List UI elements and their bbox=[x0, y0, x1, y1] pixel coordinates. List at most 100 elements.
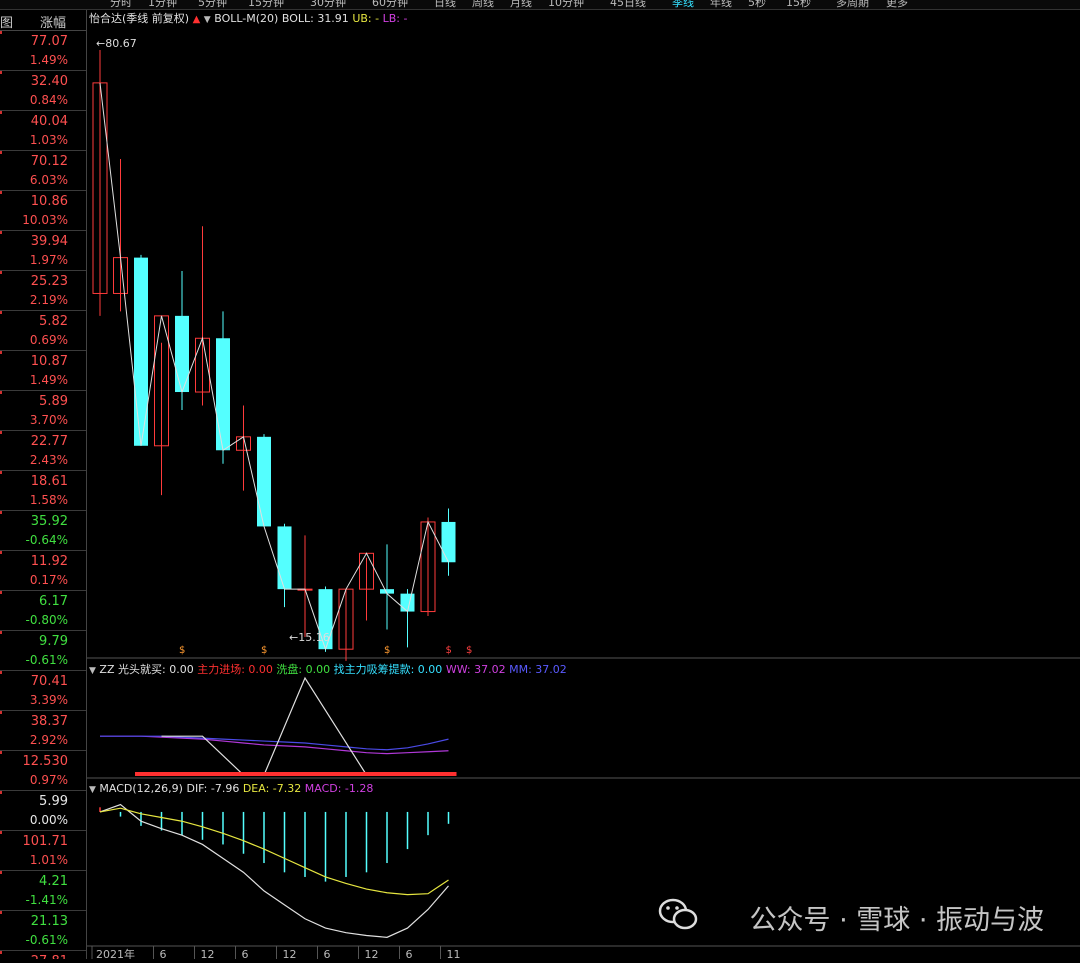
macd-name[interactable]: MACD(12,26,9) bbox=[99, 782, 183, 795]
row-marker bbox=[0, 551, 2, 554]
watchlist-row[interactable]: 5.89 3.70% bbox=[0, 391, 86, 431]
zz-zljc: 主力进场: 0.00 bbox=[197, 663, 273, 676]
watchlist-row[interactable]: 4.21 -1.41% bbox=[0, 871, 86, 911]
boll-value: BOLL: 31.91 bbox=[281, 12, 349, 25]
tab-1[interactable]: 1分钟 bbox=[148, 0, 177, 9]
signal-marker: $ bbox=[466, 645, 472, 656]
tab-5[interactable]: 60分钟 bbox=[372, 0, 408, 9]
row-marker bbox=[0, 31, 2, 34]
signal-marker: $ bbox=[179, 645, 185, 656]
row-change: 2.92% bbox=[29, 733, 68, 747]
row-marker bbox=[0, 911, 2, 914]
row-change: 1.97% bbox=[29, 253, 68, 267]
tab-10[interactable]: 45日线 bbox=[610, 0, 646, 9]
watchlist-row[interactable]: 70.41 3.39% bbox=[0, 671, 86, 711]
row-change: 0.97% bbox=[29, 773, 68, 787]
watchlist-row[interactable]: 10.87 1.49% bbox=[0, 351, 86, 391]
candle-body bbox=[175, 315, 189, 393]
watchlist-row[interactable]: 21.13 -0.61% bbox=[0, 911, 86, 951]
watchlist-row[interactable]: 5.99 0.00% bbox=[0, 791, 86, 831]
row-change: 0.84% bbox=[29, 93, 68, 107]
kline-chart[interactable]: ←80.67 ←15.16 $ $ $ $ $ 2021年 6 12 6 12 6 12 6 11 bbox=[87, 10, 1080, 961]
watchlist-row[interactable]: 18.61 1.58% bbox=[0, 471, 86, 511]
watchlist-row[interactable]: 25.23 2.19% bbox=[0, 271, 86, 311]
watchlist-row[interactable]: 9.79 -0.61% bbox=[0, 631, 86, 671]
row-price: 18.61 bbox=[30, 474, 68, 489]
watchlist-row[interactable]: 77.07 1.49% bbox=[0, 31, 86, 71]
tab-14[interactable]: 15秒 bbox=[786, 0, 811, 9]
row-price: 22.77 bbox=[30, 434, 68, 449]
row-price: 77.07 bbox=[30, 34, 68, 49]
dropdown-icon[interactable]: ▼ bbox=[89, 785, 96, 795]
row-marker bbox=[0, 351, 2, 354]
zz-mm: MM: 37.02 bbox=[509, 663, 567, 676]
tab-0[interactable]: 分时 bbox=[110, 0, 132, 9]
dropdown-icon[interactable]: ▼ bbox=[89, 666, 96, 676]
row-price: 5.82 bbox=[39, 314, 68, 329]
zz-name[interactable]: ZZ bbox=[99, 663, 114, 676]
row-change: -0.61% bbox=[25, 933, 68, 947]
macd-indicator-series[interactable] bbox=[99, 803, 450, 938]
watchlist-row[interactable]: 5.82 0.69% bbox=[0, 311, 86, 351]
indicator-name[interactable]: BOLL-M(20) bbox=[214, 12, 278, 25]
row-change: 6.03% bbox=[29, 173, 68, 187]
watchlist-row[interactable]: 10.86 10.03% bbox=[0, 191, 86, 231]
watchlist-row[interactable]: 22.77 2.43% bbox=[0, 431, 86, 471]
candle-series[interactable]: ←80.67 ←15.16 $ $ $ $ $ bbox=[92, 37, 472, 661]
row-change: 2.43% bbox=[29, 453, 68, 467]
row-price: 101.71 bbox=[22, 834, 69, 849]
tab-7[interactable]: 周线 bbox=[472, 0, 494, 9]
watchlist-row[interactable]: 101.71 1.01% bbox=[0, 831, 86, 871]
row-price: 6.17 bbox=[39, 594, 68, 609]
row-price: 39.94 bbox=[30, 234, 68, 249]
tab-9[interactable]: 10分钟 bbox=[548, 0, 584, 9]
row-price: 11.92 bbox=[30, 554, 68, 569]
tab-4[interactable]: 30分钟 bbox=[310, 0, 346, 9]
price-panel-header: 怡合达(季线 前复权) ▲ ▼ BOLL-M(20) BOLL: 31.91 U… bbox=[89, 10, 407, 26]
column-header-change[interactable]: 涨幅 bbox=[40, 12, 66, 31]
zz-panel-header: ▼ ZZ 光头就买: 0.00 主力进场: 0.00 洗盘: 0.00 找主力吸… bbox=[89, 661, 567, 677]
chart-area[interactable]: ←80.67 ←15.16 $ $ $ $ $ 2021年 6 12 6 12 6 12 6 11 怡合达(… bbox=[87, 10, 1080, 961]
watchlist-row[interactable]: 39.94 1.97% bbox=[0, 231, 86, 271]
tab-6[interactable]: 日线 bbox=[434, 0, 456, 9]
watchlist-row[interactable]: 6.17 -0.80% bbox=[0, 591, 86, 631]
row-change: 0.00% bbox=[29, 813, 68, 827]
tab-12[interactable]: 年线 bbox=[710, 0, 732, 9]
watchlist-row[interactable]: 40.04 1.03% bbox=[0, 111, 86, 151]
row-marker bbox=[0, 631, 2, 634]
tab-15[interactable]: 多周期 bbox=[836, 0, 869, 9]
tab-13[interactable]: 5秒 bbox=[748, 0, 766, 9]
row-marker bbox=[0, 231, 2, 234]
candle-body bbox=[277, 526, 292, 590]
tab-11[interactable]: 季线 bbox=[672, 0, 694, 9]
zz-indicator-series[interactable] bbox=[100, 676, 457, 776]
zz-zzl: 找主力吸筹提款: 0.00 bbox=[333, 663, 443, 676]
row-marker bbox=[0, 751, 2, 754]
boll-mid-line bbox=[99, 82, 449, 651]
row-price: 10.86 bbox=[30, 194, 68, 209]
dropdown-icon[interactable]: ▼ bbox=[204, 15, 211, 25]
row-price: 12.530 bbox=[22, 754, 69, 769]
watchlist-row[interactable]: 38.37 2.92% bbox=[0, 711, 86, 751]
stock-title[interactable]: 怡合达(季线 前复权) bbox=[89, 12, 189, 25]
zljc-bar bbox=[135, 772, 457, 776]
signal-marker: $ bbox=[384, 645, 390, 656]
tab-8[interactable]: 月线 bbox=[510, 0, 532, 9]
watchlist-row[interactable]: 32.40 0.84% bbox=[0, 71, 86, 111]
lb-value: LB: - bbox=[382, 12, 408, 25]
arrow-up-icon[interactable]: ▲ bbox=[193, 14, 201, 25]
watchlist-row[interactable]: 35.92 -0.64% bbox=[0, 511, 86, 551]
tab-3[interactable]: 15分钟 bbox=[248, 0, 284, 9]
watchlist-row[interactable]: 11.92 0.17% bbox=[0, 551, 86, 591]
wechat-icon bbox=[658, 898, 698, 930]
dea-line bbox=[99, 807, 449, 896]
row-change: 1.49% bbox=[29, 53, 68, 67]
row-price: 4.21 bbox=[39, 874, 68, 889]
tab-16[interactable]: 更多 bbox=[886, 0, 908, 9]
row-change: 3.70% bbox=[29, 413, 68, 427]
x-axis-label: 11 bbox=[447, 948, 461, 959]
watchlist-row[interactable]: 70.12 6.03% bbox=[0, 151, 86, 191]
watchlist-row[interactable]: 12.530 0.97% bbox=[0, 751, 86, 791]
watchlist-row[interactable]: 27.81 bbox=[0, 951, 86, 959]
tab-2[interactable]: 5分钟 bbox=[198, 0, 227, 9]
